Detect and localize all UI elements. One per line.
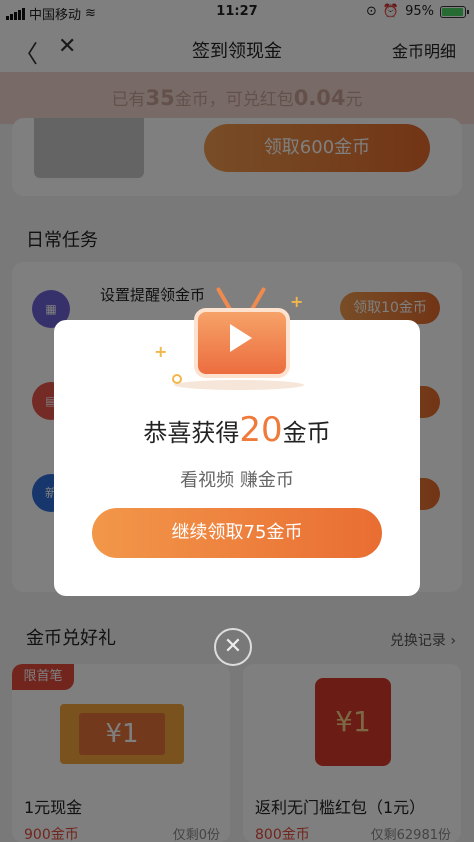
continue-claim-button[interactable]: 继续领取75金币 <box>92 508 382 558</box>
reward-modal: + + 恭喜获得20金币 看视频 赚金币 继续领取75金币 <box>54 286 420 596</box>
sparkle-icon: + <box>290 292 304 311</box>
dot-icon <box>172 374 182 384</box>
congrats-suffix: 金币 <box>282 419 331 447</box>
reward-subtitle: 看视频 赚金币 <box>180 470 294 491</box>
sparkle-icon: + <box>154 342 168 361</box>
reward-headline: 恭喜获得20金币 <box>54 410 420 450</box>
tv-shadow <box>174 380 304 390</box>
reward-coins: 20 <box>239 410 283 450</box>
modal-close-icon[interactable]: ✕ <box>214 628 252 666</box>
tv-play-icon <box>194 286 290 378</box>
congrats-prefix: 恭喜获得 <box>143 419 240 447</box>
